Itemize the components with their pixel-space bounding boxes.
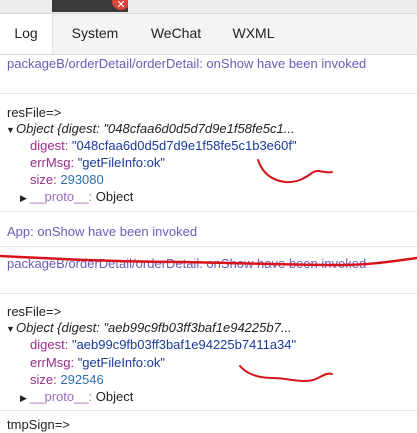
prop-value: 292546 [60,372,104,387]
prop-proto[interactable]: ▶ __proto__: Object [20,189,133,206]
annotation-scribble-2 [239,365,333,382]
log-divider [0,211,417,212]
prop-size: size: 293080 [30,172,104,188]
prop-value: "getFileInfo:ok" [77,155,165,170]
prop-value: "getFileInfo:ok" [77,355,165,370]
log-divider [0,246,417,247]
object-row[interactable]: ▼Object {digest: "048cfaa6d0d5d7d9e1f58f… [6,121,295,138]
close-icon[interactable]: ✕ [112,0,128,11]
top-strip: ✕ [0,0,417,14]
tab-wxml[interactable]: WXML [215,14,292,54]
prop-key: errMsg: [30,355,75,370]
thumbnail-image: ✕ [52,0,128,12]
object-summary: Object {digest: "aeb99c9fb03ff3baf1e9422… [16,320,292,335]
log-label: resFile=> [7,304,62,319]
tab-wechat[interactable]: WeChat [137,14,215,54]
tab-system[interactable]: System [53,14,137,54]
console-tab-bar: Log System WeChat WXML [0,14,417,55]
collapsed-triangle-icon[interactable]: ▶ [20,390,30,406]
collapsed-triangle-icon[interactable]: ▶ [20,190,30,206]
prop-value: "aeb99c9fb03ff3baf1e94225b7411a34" [71,337,297,352]
prop-value: 293080 [60,172,104,187]
log-app-show: App: onShow have been invoked [7,224,198,239]
log-divider [0,93,417,94]
prop-proto[interactable]: ▶ __proto__: Object [20,389,133,406]
prop-key: errMsg: [30,155,75,170]
log-label: resFile=> [7,105,62,120]
prop-key: size: [30,372,57,387]
prop-errmsg: errMsg: "getFileInfo:ok" [30,355,165,371]
prop-digest: digest: "aeb99c9fb03ff3baf1e94225b7411a3… [30,337,296,353]
log-divider [0,293,417,294]
prop-value: "048cfaa6d0d5d7d9e1f58fe5c1b3e60f" [71,138,297,153]
prop-errmsg: errMsg: "getFileInfo:ok" [30,155,165,171]
log-divider [0,410,417,411]
prop-key: __proto__: [30,189,93,204]
annotation-scribble-1 [257,159,333,184]
log-page-show-top: packageB/orderDetail/orderDetail: onShow… [7,56,367,71]
prop-value: Object [95,389,134,404]
log-page-show-mid: packageB/orderDetail/orderDetail: onShow… [7,256,367,271]
expanded-triangle-icon[interactable]: ▼ [6,321,16,337]
prop-key: size: [30,172,57,187]
tab-log[interactable]: Log [0,14,53,54]
prop-key: digest: [30,138,69,153]
log-label: tmpSign=> [7,417,70,432]
prop-key: __proto__: [30,389,93,404]
object-summary: Object {digest: "048cfaa6d0d5d7d9e1f58fe… [16,121,295,136]
object-row[interactable]: ▼Object {digest: "aeb99c9fb03ff3baf1e942… [6,320,292,337]
expanded-triangle-icon[interactable]: ▼ [6,122,16,138]
prop-digest: digest: "048cfaa6d0d5d7d9e1f58fe5c1b3e60… [30,138,297,154]
prop-size: size: 292546 [30,372,104,388]
prop-value: Object [95,189,134,204]
prop-key: digest: [30,337,69,352]
